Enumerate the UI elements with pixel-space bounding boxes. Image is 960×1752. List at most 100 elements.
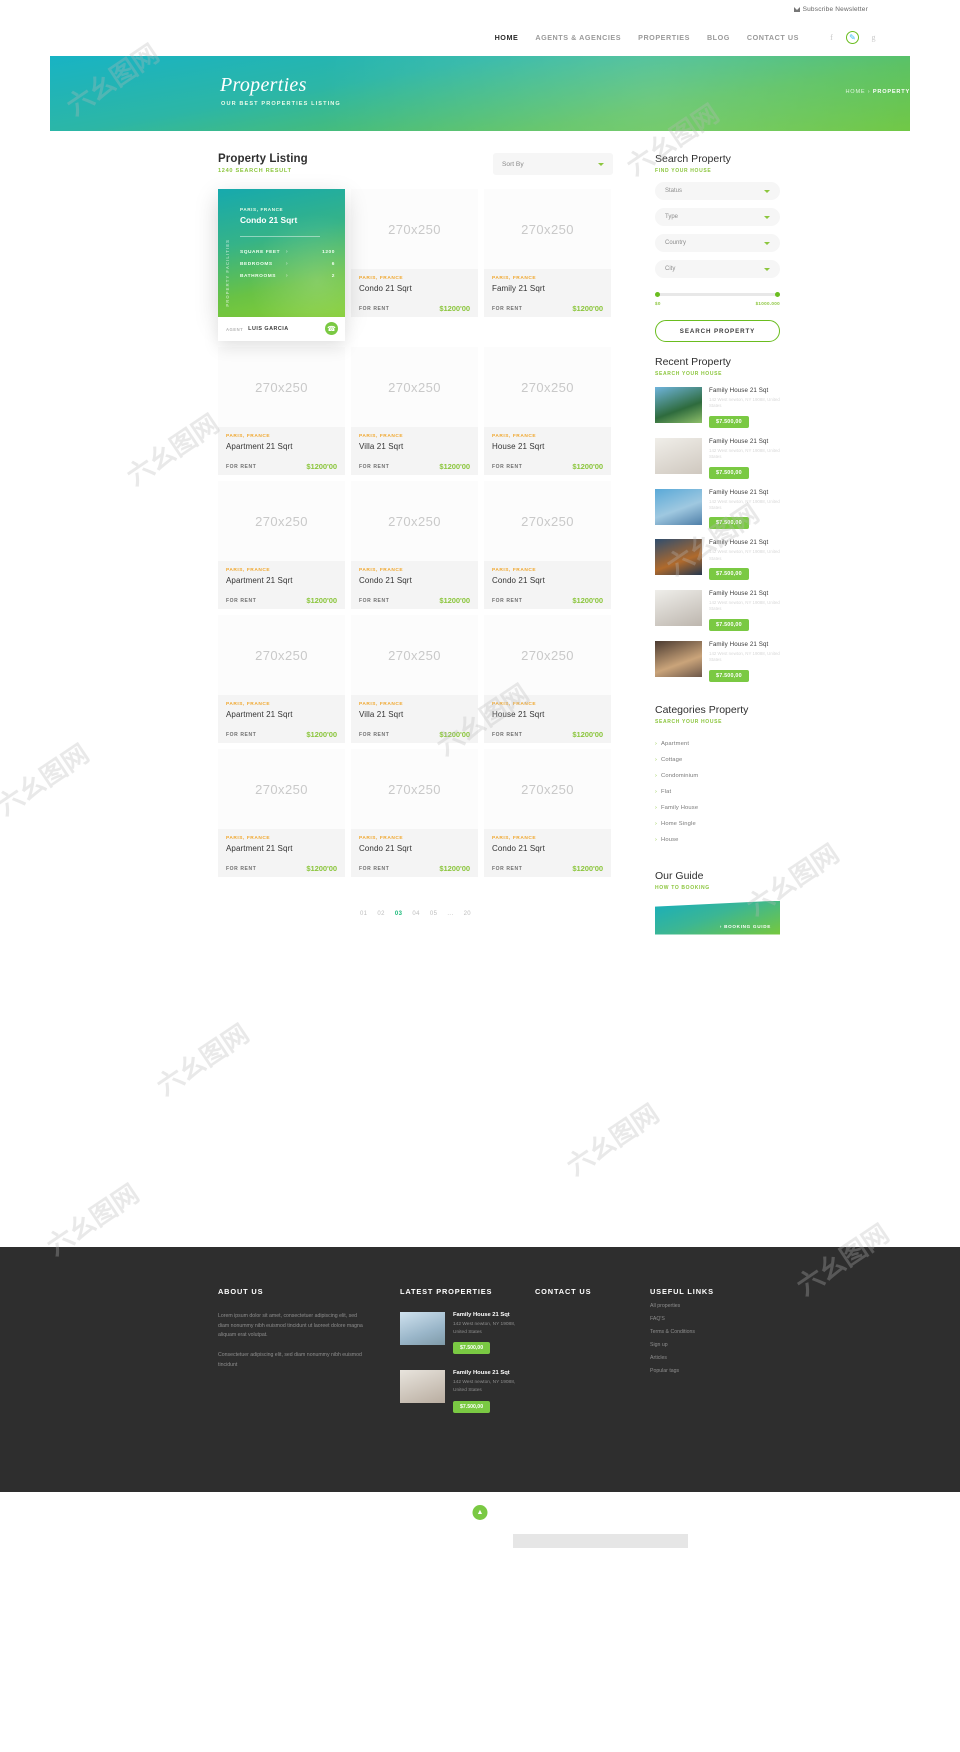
type-select-label: Type: [665, 214, 679, 220]
footer-property-name: Family House 21 Sqt: [453, 1312, 510, 1318]
breadcrumb-separator: ›: [867, 89, 871, 95]
for-rent-label: FOR RENT: [492, 305, 523, 312]
social-links: f ✎ g: [825, 31, 880, 44]
for-rent-label: FOR RENT: [492, 597, 523, 604]
footer-link-articles[interactable]: Articles: [650, 1355, 760, 1361]
property-card[interactable]: 270x250 PARIS, FRANCE House 21 Sqrt FOR …: [484, 347, 611, 475]
property-card[interactable]: 270x250 PARIS, FRANCE Condo 21 Sqrt FOR …: [484, 481, 611, 609]
search-property-title: Search Property: [655, 153, 731, 165]
property-card[interactable]: 270x250 PARIS, FRANCE Condo 21 Sqrt FOR …: [484, 749, 611, 877]
recent-property-item[interactable]: Family House 21 Sqt 142 West newton, NY …: [655, 387, 780, 428]
property-name: Apartment 21 Sqrt: [226, 576, 293, 585]
footer-latest-item[interactable]: Family House 21 Sqt 142 West newton, NY …: [400, 1312, 525, 1355]
breadcrumb-current: PROPERTY: [872, 89, 910, 95]
nav-item-contact-us[interactable]: CONTACT US: [747, 33, 799, 42]
breadcrumb-home[interactable]: HOME: [845, 89, 865, 95]
property-price: $1200'00: [572, 304, 603, 313]
price-slider-min-handle[interactable]: [655, 292, 660, 297]
property-card[interactable]: 270x250 PARIS, FRANCE Apartment 21 Sqrt …: [218, 749, 345, 877]
footer-link-faqs[interactable]: FAQ'S: [650, 1316, 760, 1322]
phone-icon[interactable]: ☎: [325, 322, 338, 335]
category-item-cottage[interactable]: › Cottage: [655, 752, 780, 768]
page-link-05[interactable]: 05: [430, 911, 437, 917]
category-label: Condominium: [660, 772, 699, 779]
price-range-slider[interactable]: [655, 292, 780, 297]
page-link-20[interactable]: 20: [464, 911, 471, 917]
main-content: Property Listing 1240 SEARCH RESULT Sort…: [50, 131, 910, 935]
featured-location: PARIS, FRANCE: [240, 207, 284, 212]
property-card[interactable]: 270x250 PARIS, FRANCE Condo 21 Sqrt FOR …: [351, 189, 478, 341]
subscribe-newsletter-link[interactable]: Subscribe Newsletter: [793, 6, 868, 13]
property-card[interactable]: 270x250 PARIS, FRANCE Apartment 21 Sqrt …: [218, 615, 345, 743]
search-property-button[interactable]: SEARCH PROPERTY: [655, 320, 780, 342]
page-link-01[interactable]: 01: [360, 911, 367, 917]
property-card[interactable]: 270x250 PARIS, FRANCE Condo 21 Sqrt FOR …: [351, 481, 478, 609]
recent-property-address: 142 West newton, NY 19088, United States: [709, 650, 780, 663]
facility-row: BEDROOMS › 6: [240, 261, 335, 267]
property-name: Villa 21 Sqrt: [359, 710, 404, 719]
recent-property-item[interactable]: Family House 21 Sqt 142 West newton, NY …: [655, 590, 780, 631]
property-image-placeholder: 270x250: [351, 189, 478, 269]
recent-property-address: 142 West newton, NY 19088, United States: [709, 447, 780, 460]
category-item-flat[interactable]: › Flat: [655, 784, 780, 800]
recent-property-item[interactable]: Family House 21 Sqt 142 West newton, NY …: [655, 488, 780, 530]
featured-property-card[interactable]: PROPERTY FACILITIES PARIS, FRANCE Condo …: [218, 189, 345, 341]
nav-item-properties[interactable]: PROPERTIES: [638, 33, 690, 42]
for-rent-label: FOR RENT: [359, 865, 390, 872]
recent-property-item[interactable]: Family House 21 Sqt 142 West newton, NY …: [655, 437, 780, 479]
property-card[interactable]: 270x250 PARIS, FRANCE House 21 Sqrt FOR …: [484, 615, 611, 743]
property-card[interactable]: 270x250 PARIS, FRANCE Apartment 21 Sqrt …: [218, 481, 345, 609]
property-price: $1200'00: [306, 462, 337, 471]
for-rent-label: FOR RENT: [226, 731, 257, 738]
page-subtitle: OUR BEST PROPERTIES LISTING: [221, 101, 341, 107]
sort-by-dropdown[interactable]: Sort By: [493, 153, 613, 175]
category-item-family-house[interactable]: › Family House: [655, 800, 780, 816]
property-card[interactable]: 270x250 PARIS, FRANCE Apartment 21 Sqrt …: [218, 347, 345, 475]
booking-guide-label: › BOOKING GUIDE: [719, 923, 771, 929]
property-card[interactable]: 270x250 PARIS, FRANCE Family 21 Sqrt FOR…: [484, 189, 611, 341]
footer-link-terms[interactable]: Terms & Conditions: [650, 1329, 760, 1335]
price-slider-max-handle[interactable]: [775, 292, 780, 297]
price-badge: $7.500,00: [709, 568, 749, 580]
search-property-subtitle: FIND YOUR HOUSE: [655, 168, 712, 174]
footer-useful-column: USEFUL LINKS All properties FAQ'S Terms …: [650, 1287, 760, 1374]
property-location: PARIS, FRANCE: [226, 568, 271, 573]
category-item-condominium[interactable]: › Condominium: [655, 768, 780, 784]
recent-property-item[interactable]: Family House 21 Sqt 142 West newton, NY …: [655, 539, 780, 580]
recent-property-name: Family House 21 Sqt: [709, 539, 769, 547]
nav-item-home[interactable]: HOME: [495, 33, 519, 42]
property-card[interactable]: 270x250 PARIS, FRANCE Villa 21 Sqrt FOR …: [351, 615, 478, 743]
category-item-house[interactable]: › House: [655, 832, 780, 848]
footer-link-signup[interactable]: Sign up: [650, 1342, 760, 1348]
facility-value: 1200: [322, 249, 335, 255]
main-navigation: HOME AGENTS & AGENCIES PROPERTIES BLOG C…: [50, 19, 910, 56]
category-item-apartment[interactable]: › Apartment: [655, 736, 780, 752]
page-link-03-active[interactable]: 03: [395, 911, 402, 917]
page-root: Subscribe Newsletter HOME AGENTS & AGENC…: [50, 0, 910, 935]
footer-latest-item[interactable]: Family House 21 Sqt 142 West newton, NY …: [400, 1370, 525, 1413]
property-card[interactable]: 270x250 PARIS, FRANCE Villa 21 Sqrt FOR …: [351, 347, 478, 475]
twitter-icon[interactable]: ✎: [846, 31, 859, 44]
status-select[interactable]: Status: [655, 182, 780, 200]
back-to-top-button[interactable]: ▲: [472, 1505, 488, 1520]
recent-property-item[interactable]: Family House 21 Sqt 142 West newton, NY …: [655, 640, 780, 682]
city-select[interactable]: City: [655, 260, 780, 278]
nav-item-blog[interactable]: BLOG: [707, 33, 730, 42]
category-item-home-single[interactable]: › Home Single: [655, 816, 780, 832]
property-price: $1200'00: [439, 462, 470, 471]
nav-item-agents-agencies[interactable]: AGENTS & AGENCIES: [535, 33, 621, 42]
property-thumbnail: [655, 488, 702, 525]
google-plus-icon[interactable]: g: [867, 31, 880, 44]
footer-link-popular-tags[interactable]: Popular tags: [650, 1368, 760, 1374]
categories-subtitle: SEARCH YOUR HOUSE: [655, 718, 723, 725]
footer-link-all-properties[interactable]: All properties: [650, 1303, 760, 1309]
property-location: PARIS, FRANCE: [226, 434, 271, 439]
type-select[interactable]: Type: [655, 208, 780, 226]
facebook-icon[interactable]: f: [825, 31, 838, 44]
property-card[interactable]: 270x250 PARIS, FRANCE Condo 21 Sqrt FOR …: [351, 749, 478, 877]
page-link-04[interactable]: 04: [412, 911, 419, 917]
country-select[interactable]: Country: [655, 234, 780, 252]
page-link-02[interactable]: 02: [377, 911, 384, 917]
booking-guide-banner[interactable]: › BOOKING GUIDE: [655, 900, 780, 935]
recent-property-address: 142 West newton, NY 19088, United States: [709, 397, 780, 409]
